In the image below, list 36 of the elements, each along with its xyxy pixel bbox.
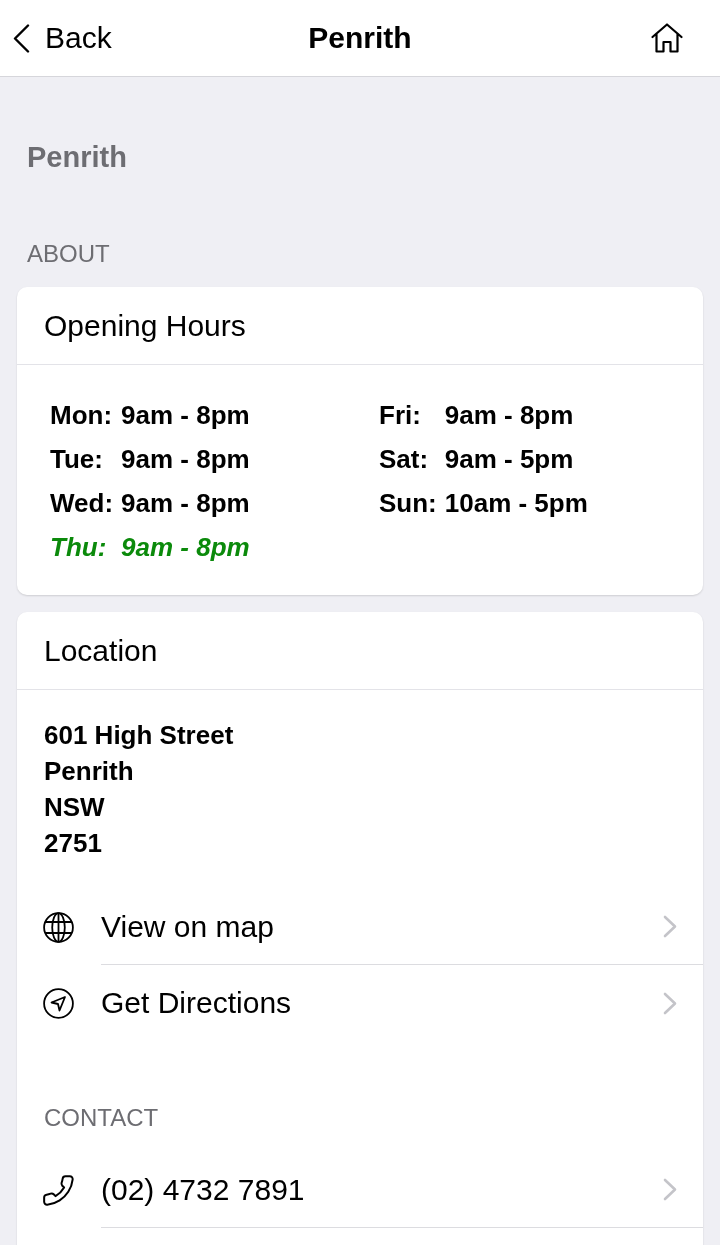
card-title: Location	[44, 632, 158, 669]
hours-text: 9am - 8pm	[121, 488, 250, 518]
hours-text: 9am - 8pm	[121, 400, 250, 430]
hours-text: 9am - 8pm	[444, 400, 575, 430]
section-label: CONTACT	[44, 1105, 159, 1131]
hours-text: 9am - 8pm	[121, 444, 250, 474]
card-title: Opening Hours	[44, 307, 246, 344]
address-line: 601 High Street	[44, 719, 234, 752]
hours-text: 9am - 5pm	[444, 444, 575, 474]
day-label: Fri:	[379, 400, 422, 430]
section-label: ABOUT	[27, 241, 110, 267]
phone-icon	[43, 1174, 74, 1206]
address-line: 2751	[44, 827, 102, 860]
page-heading: Penrith	[27, 140, 127, 174]
hours-text: 9am - 8pm	[121, 532, 250, 562]
day-label: Thu:	[50, 532, 108, 562]
day-label: Mon:	[50, 400, 114, 430]
chevron-right-icon	[663, 915, 677, 938]
chevron-right-icon	[663, 1178, 677, 1201]
address-line: Penrith	[44, 755, 134, 788]
globe-icon	[43, 911, 74, 943]
back-chevron-icon	[13, 23, 30, 53]
nav-title: Penrith	[308, 20, 412, 56]
list-item[interactable]: Get Directions	[17, 965, 703, 1041]
home-icon	[651, 23, 683, 53]
day-label: Sun:	[379, 488, 437, 518]
day-label: Sat:	[379, 444, 430, 474]
hours-text: 10am - 5pm	[444, 488, 588, 518]
home-button[interactable]	[651, 23, 683, 53]
chevron-right-icon	[663, 991, 677, 1015]
back-button[interactable]: Back	[13, 20, 112, 56]
list-item[interactable]: (02) 4732 7891	[17, 1152, 703, 1228]
day-label: Tue:	[50, 444, 104, 474]
list-item[interactable]: View on map	[17, 889, 703, 965]
address-line: NSW	[44, 791, 105, 824]
day-label: Wed:	[50, 488, 114, 518]
